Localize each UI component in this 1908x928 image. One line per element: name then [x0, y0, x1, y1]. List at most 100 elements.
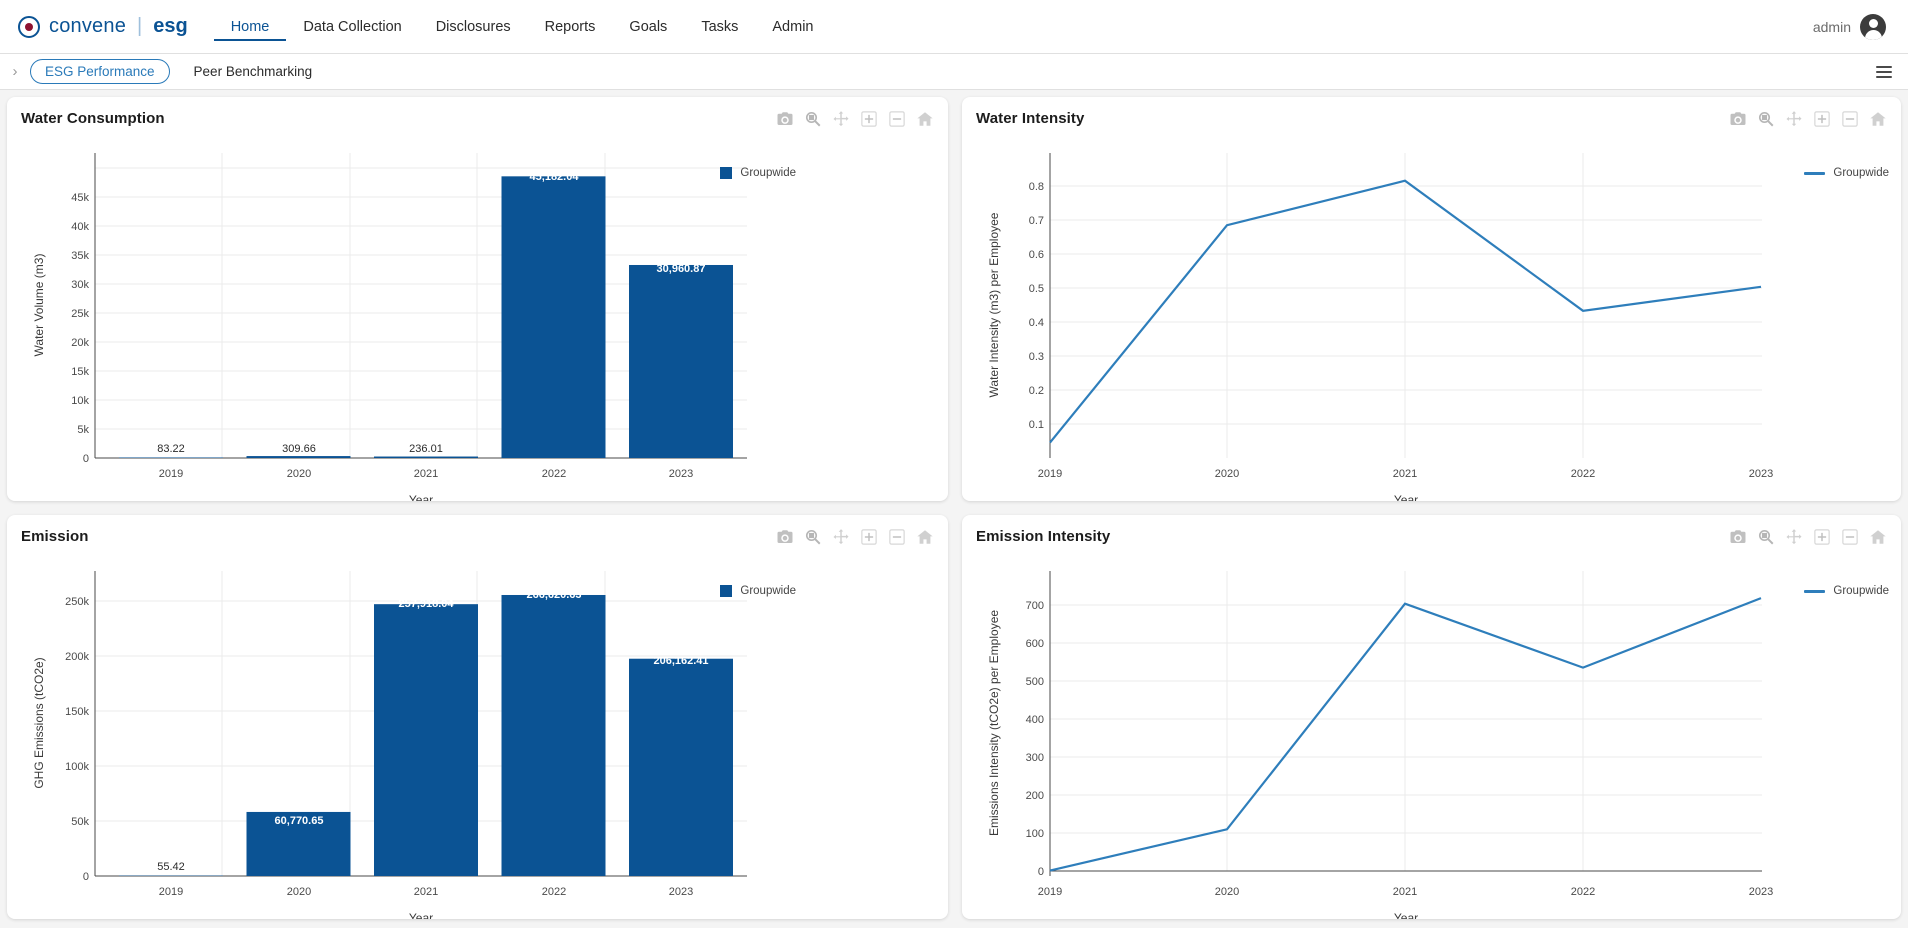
chevron-right-icon[interactable]: ›	[4, 63, 26, 80]
bar-2022	[501, 594, 606, 876]
home-reset-icon[interactable]	[916, 110, 934, 128]
home-reset-icon[interactable]	[1869, 528, 1887, 546]
hamburger-menu-icon[interactable]	[1876, 65, 1892, 78]
svg-text:400: 400	[1026, 714, 1044, 726]
x-tick-labels: 2019 2020 2021 2022 2023	[1038, 886, 1773, 898]
nav-item-home[interactable]: Home	[213, 13, 287, 41]
svg-text:2022: 2022	[1571, 886, 1595, 898]
main-nav: Home Data Collection Disclosures Reports…	[213, 13, 831, 41]
x-tick-labels: 2019 2020 2021 2022 2023	[159, 886, 693, 898]
svg-text:2019: 2019	[1038, 468, 1062, 480]
legend-label: Groupwide	[740, 585, 796, 597]
zoom-out-icon[interactable]	[888, 110, 906, 128]
pan-move-icon[interactable]	[1785, 528, 1803, 546]
gridlines	[1050, 571, 1762, 871]
svg-text:40k: 40k	[71, 221, 89, 233]
plot-modebar	[776, 528, 934, 546]
camera-icon[interactable]	[1729, 110, 1747, 128]
svg-text:35k: 35k	[71, 250, 89, 262]
svg-text:2019: 2019	[159, 468, 183, 480]
legend-swatch-icon	[1804, 171, 1826, 175]
nav-item-reports[interactable]: Reports	[528, 13, 613, 41]
card-water-intensity: Water Intensity 0.1 0.2 0.3 0.4 0.5 0.6 …	[962, 97, 1901, 501]
pan-move-icon[interactable]	[832, 528, 850, 546]
svg-text:2021: 2021	[414, 468, 438, 480]
zoom-out-icon[interactable]	[1841, 110, 1859, 128]
user-area[interactable]: admin	[1813, 13, 1886, 40]
pan-move-icon[interactable]	[1785, 110, 1803, 128]
svg-text:0.8: 0.8	[1029, 181, 1044, 193]
camera-icon[interactable]	[776, 528, 794, 546]
brand-logo[interactable]: convene | esg	[18, 15, 188, 38]
svg-text:25k: 25k	[71, 308, 89, 320]
svg-text:2023: 2023	[669, 468, 693, 480]
y-axis-title: Emissions Intensity (tCO2e) per Employee	[987, 610, 1001, 836]
svg-text:206,162.41: 206,162.41	[653, 655, 708, 667]
plot-emission-intensity[interactable]: 0 100 200 300 400 500 600 700 2019 2020 …	[962, 545, 1901, 919]
home-reset-icon[interactable]	[916, 528, 934, 546]
svg-text:20k: 20k	[71, 337, 89, 349]
zoom-in-icon[interactable]	[860, 110, 878, 128]
plot-emission[interactable]: 0 50k 100k 150k 200k 250k 55.42 60,770.6…	[7, 545, 948, 919]
legend-swatch-icon	[720, 585, 733, 597]
svg-text:2023: 2023	[669, 886, 693, 898]
zoom-in-icon[interactable]	[1813, 528, 1831, 546]
chart-legend[interactable]: Groupwide	[720, 585, 796, 597]
nav-item-disclosures[interactable]: Disclosures	[419, 13, 528, 41]
nav-item-data-collection[interactable]: Data Collection	[286, 13, 418, 41]
zoom-magnifier-icon[interactable]	[804, 528, 822, 546]
zoom-in-icon[interactable]	[1813, 110, 1831, 128]
zoom-out-icon[interactable]	[1841, 528, 1859, 546]
user-avatar-icon[interactable]	[1860, 13, 1886, 40]
svg-text:0.5: 0.5	[1029, 283, 1044, 295]
nav-item-tasks[interactable]: Tasks	[684, 13, 755, 41]
camera-icon[interactable]	[1729, 528, 1747, 546]
svg-text:100: 100	[1026, 828, 1044, 840]
legend-label: Groupwide	[740, 167, 796, 179]
svg-text:5k: 5k	[77, 424, 89, 436]
svg-text:83.22: 83.22	[157, 443, 185, 455]
svg-text:0: 0	[83, 871, 89, 883]
bar-2021	[374, 456, 478, 458]
zoom-in-icon[interactable]	[860, 528, 878, 546]
svg-text:266,620.63: 266,620.63	[526, 589, 581, 601]
svg-text:700: 700	[1026, 600, 1044, 612]
svg-text:2020: 2020	[1215, 886, 1239, 898]
nav-item-goals[interactable]: Goals	[612, 13, 684, 41]
svg-text:2021: 2021	[1393, 886, 1417, 898]
svg-text:2020: 2020	[287, 468, 311, 480]
tab-peer-benchmarking[interactable]: Peer Benchmarking	[192, 60, 315, 83]
svg-text:0.4: 0.4	[1029, 317, 1044, 329]
svg-text:0.6: 0.6	[1029, 249, 1044, 261]
chart-legend[interactable]: Groupwide	[1804, 167, 1889, 179]
svg-text:0: 0	[83, 453, 89, 465]
home-reset-icon[interactable]	[1869, 110, 1887, 128]
zoom-magnifier-icon[interactable]	[804, 110, 822, 128]
svg-text:0.7: 0.7	[1029, 215, 1044, 227]
chart-legend[interactable]: Groupwide	[1804, 585, 1889, 597]
zoom-out-icon[interactable]	[888, 528, 906, 546]
plot-water-intensity[interactable]: 0.1 0.2 0.3 0.4 0.5 0.6 0.7 0.8 2019 202…	[962, 127, 1901, 501]
tab-esg-performance[interactable]: ESG Performance	[30, 59, 170, 84]
legend-label: Groupwide	[1833, 167, 1889, 179]
zoom-magnifier-icon[interactable]	[1757, 110, 1775, 128]
y-tick-labels: 0 50k 100k 150k 200k 250k	[65, 596, 89, 883]
svg-text:150k: 150k	[65, 706, 89, 718]
bar-2023	[629, 658, 733, 876]
plot-water-consumption[interactable]: 0 5k 10k 15k 20k 25k 30k 35k 40k 45k 83.…	[7, 127, 948, 501]
brand-name: convene	[49, 15, 127, 37]
svg-text:2022: 2022	[542, 468, 566, 480]
svg-text:2021: 2021	[414, 886, 438, 898]
svg-text:300: 300	[1026, 752, 1044, 764]
x-axis-title: Year	[409, 911, 433, 919]
camera-icon[interactable]	[776, 110, 794, 128]
svg-text:250k: 250k	[65, 596, 89, 608]
y-tick-labels: 0 100 200 300 400 500 600 700	[1026, 600, 1044, 878]
nav-item-admin[interactable]: Admin	[755, 13, 830, 41]
zoom-magnifier-icon[interactable]	[1757, 528, 1775, 546]
legend-swatch-icon	[720, 167, 733, 179]
pan-move-icon[interactable]	[832, 110, 850, 128]
convene-logo-icon	[18, 15, 40, 38]
chart-legend[interactable]: Groupwide	[720, 167, 796, 179]
svg-text:15k: 15k	[71, 366, 89, 378]
